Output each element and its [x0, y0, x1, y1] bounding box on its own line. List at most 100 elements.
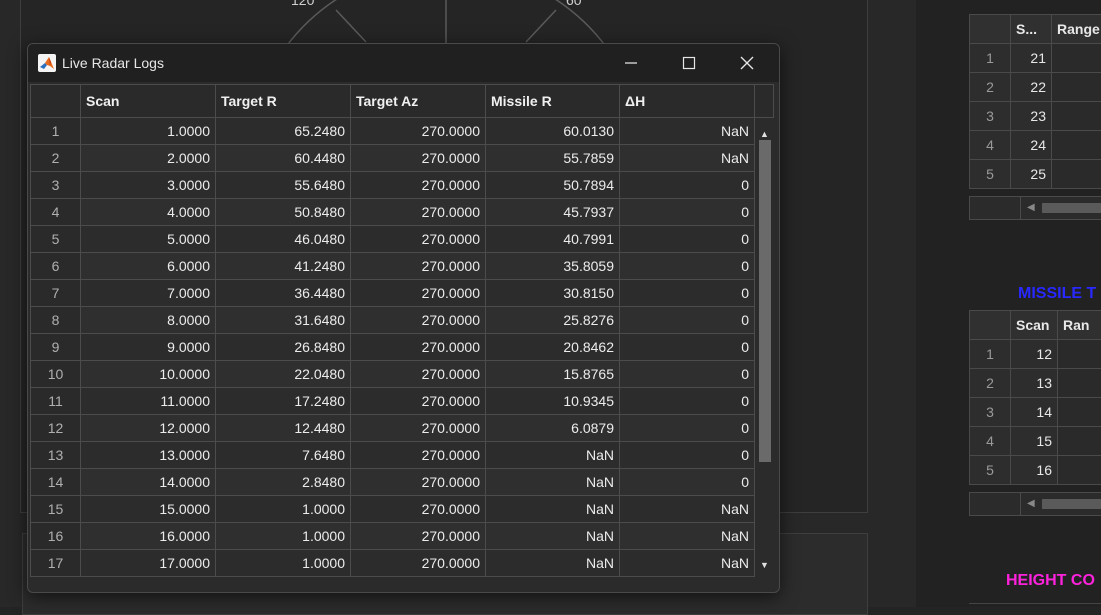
table-row[interactable]: 44.000050.8480270.000045.79370: [31, 199, 774, 226]
table-row[interactable]: 22.000060.4480270.000055.7859NaN: [31, 145, 774, 172]
table-row[interactable]: 1616.00001.0000270.0000NaNNaN: [31, 523, 774, 550]
column-header[interactable]: S...: [1011, 15, 1052, 44]
column-header-scan[interactable]: Scan: [81, 85, 216, 118]
table-row[interactable]: 1212.000012.4480270.00006.08790: [31, 415, 774, 442]
table-cell[interactable]: 1.0000: [216, 523, 351, 550]
table-cell[interactable]: 270.0000: [351, 253, 486, 280]
table-cell[interactable]: 7.0000: [81, 280, 216, 307]
maximize-button[interactable]: [660, 44, 718, 82]
radar-log-table[interactable]: Scan Target R Target Az Missile R ΔH 11.…: [30, 84, 775, 578]
table-cell[interactable]: 14.0000: [81, 469, 216, 496]
scroll-left-icon[interactable]: ◀: [1027, 498, 1035, 509]
column-header[interactable]: Ran: [1058, 311, 1101, 340]
table-cell[interactable]: 0: [620, 253, 755, 280]
table-cell[interactable]: NaN: [620, 523, 755, 550]
table-row[interactable]: 11.000065.2480270.000060.0130NaN: [31, 118, 774, 145]
table-cell[interactable]: 6.0000: [81, 253, 216, 280]
live-radar-logs-window[interactable]: Live Radar Logs Scan Target R Target Az …: [27, 43, 780, 593]
vertical-scrollbar[interactable]: ▲ ▼: [756, 124, 774, 580]
table-row[interactable]: 99.000026.8480270.000020.84620: [31, 334, 774, 361]
scroll-thumb[interactable]: [1042, 499, 1101, 509]
table-cell[interactable]: 6.0879: [486, 415, 620, 442]
table-cell[interactable]: 270.0000: [351, 496, 486, 523]
table-cell[interactable]: 55.6480: [216, 172, 351, 199]
table-cell[interactable]: 270.0000: [351, 442, 486, 469]
table-cell[interactable]: NaN: [486, 523, 620, 550]
table-cell[interactable]: NaN: [620, 145, 755, 172]
table-cell[interactable]: 270.0000: [351, 415, 486, 442]
column-header-missile-r[interactable]: Missile R: [486, 85, 620, 118]
column-header-target-az[interactable]: Target Az: [351, 85, 486, 118]
table-cell[interactable]: 0: [620, 226, 755, 253]
table-cell[interactable]: 0: [620, 199, 755, 226]
close-button[interactable]: [718, 44, 776, 82]
scroll-up-icon[interactable]: ▲: [760, 129, 769, 139]
table-cell[interactable]: 31.6480: [216, 307, 351, 334]
table-cell[interactable]: NaN: [620, 550, 755, 577]
table-cell[interactable]: 60.0130: [486, 118, 620, 145]
table-cell[interactable]: 35.8059: [486, 253, 620, 280]
table-row[interactable]: 1111.000017.2480270.000010.93450: [31, 388, 774, 415]
table-row[interactable]: 1010.000022.0480270.000015.87650: [31, 361, 774, 388]
table-cell[interactable]: 46.0480: [216, 226, 351, 253]
table-cell[interactable]: 36.4480: [216, 280, 351, 307]
table-cell[interactable]: 0: [620, 415, 755, 442]
scroll-thumb[interactable]: [759, 140, 771, 462]
table-cell[interactable]: 12.0000: [81, 415, 216, 442]
table-cell[interactable]: 270.0000: [351, 307, 486, 334]
table-cell[interactable]: 270.0000: [351, 388, 486, 415]
table-cell[interactable]: 17.2480: [216, 388, 351, 415]
table-cell[interactable]: 1.0000: [216, 496, 351, 523]
table-cell[interactable]: 15.8765: [486, 361, 620, 388]
table-cell[interactable]: 8.0000: [81, 307, 216, 334]
table-cell[interactable]: 20.8462: [486, 334, 620, 361]
table-cell[interactable]: 270.0000: [351, 523, 486, 550]
table-cell[interactable]: 270.0000: [351, 280, 486, 307]
table-cell[interactable]: 2.0000: [81, 145, 216, 172]
table-cell[interactable]: 270.0000: [351, 550, 486, 577]
table-row[interactable]: 1515.00001.0000270.0000NaNNaN: [31, 496, 774, 523]
minimize-button[interactable]: [602, 44, 660, 82]
table-cell[interactable]: 3.0000: [81, 172, 216, 199]
table-cell[interactable]: 26.8480: [216, 334, 351, 361]
table-row[interactable]: 77.000036.4480270.000030.81500: [31, 280, 774, 307]
table-cell[interactable]: NaN: [486, 496, 620, 523]
table-cell[interactable]: 11.0000: [81, 388, 216, 415]
table-cell[interactable]: 2.8480: [216, 469, 351, 496]
table-cell[interactable]: 270.0000: [351, 361, 486, 388]
table-cell[interactable]: 0: [620, 307, 755, 334]
table-cell[interactable]: 40.7991: [486, 226, 620, 253]
table-cell[interactable]: 55.7859: [486, 145, 620, 172]
target-track-table[interactable]: S... Range 121 222 323 424 525: [969, 14, 1101, 189]
table-cell[interactable]: 12.4480: [216, 415, 351, 442]
table-cell[interactable]: 10.9345: [486, 388, 620, 415]
table-cell[interactable]: 0: [620, 172, 755, 199]
table-row[interactable]: 1313.00007.6480270.0000NaN0: [31, 442, 774, 469]
scroll-down-icon[interactable]: ▼: [760, 560, 769, 570]
table-row[interactable]: 1717.00001.0000270.0000NaNNaN: [31, 550, 774, 577]
table-cell[interactable]: 4.0000: [81, 199, 216, 226]
table-cell[interactable]: NaN: [486, 469, 620, 496]
column-header[interactable]: Range: [1052, 15, 1101, 44]
table-cell[interactable]: 1.0000: [81, 118, 216, 145]
table-cell[interactable]: 16.0000: [81, 523, 216, 550]
column-header-delta-h[interactable]: ΔH: [620, 85, 755, 118]
table-row[interactable]: 88.000031.6480270.000025.82760: [31, 307, 774, 334]
table-cell[interactable]: 50.8480: [216, 199, 351, 226]
table-cell[interactable]: 0: [620, 361, 755, 388]
table-cell[interactable]: 5.0000: [81, 226, 216, 253]
table-cell[interactable]: 15.0000: [81, 496, 216, 523]
table-cell[interactable]: NaN: [620, 118, 755, 145]
table-cell[interactable]: 0: [620, 334, 755, 361]
table-cell[interactable]: 270.0000: [351, 118, 486, 145]
title-bar[interactable]: Live Radar Logs: [28, 44, 779, 82]
table-cell[interactable]: 0: [620, 442, 755, 469]
table-cell[interactable]: 0: [620, 280, 755, 307]
column-header-target-r[interactable]: Target R: [216, 85, 351, 118]
table-cell[interactable]: 22.0480: [216, 361, 351, 388]
table-cell[interactable]: 270.0000: [351, 172, 486, 199]
table-cell[interactable]: 50.7894: [486, 172, 620, 199]
table-cell[interactable]: 17.0000: [81, 550, 216, 577]
table-cell[interactable]: NaN: [486, 550, 620, 577]
table-cell[interactable]: 1.0000: [216, 550, 351, 577]
